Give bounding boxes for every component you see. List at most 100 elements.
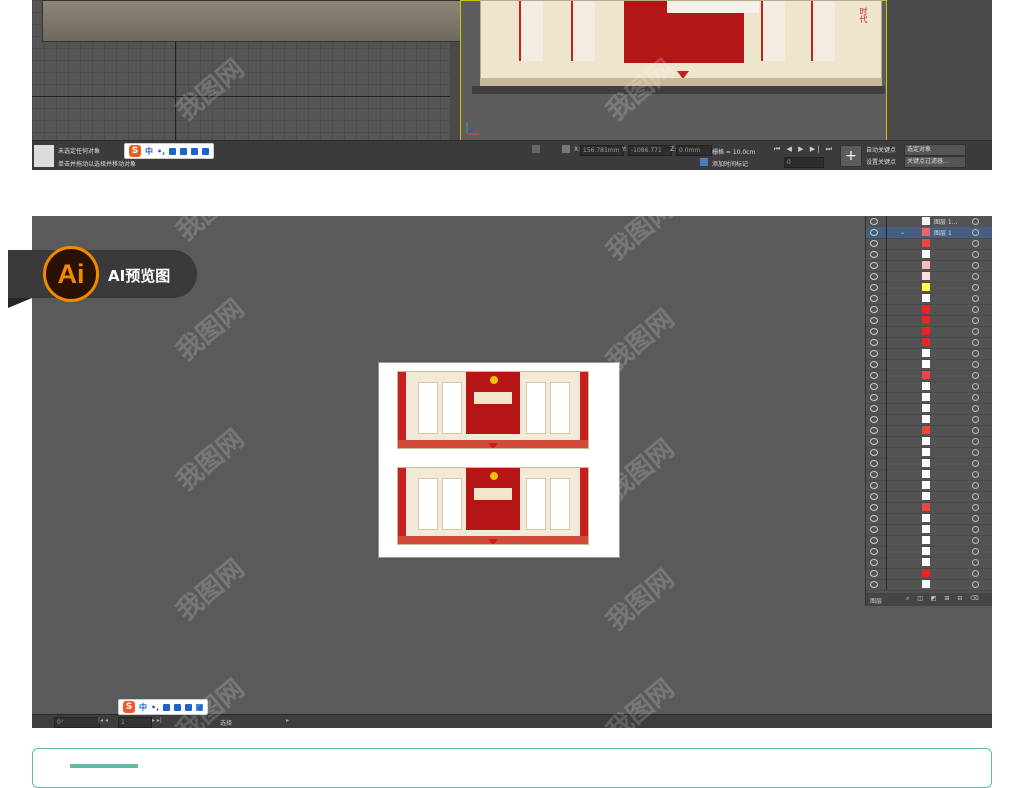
lock-column[interactable] xyxy=(886,304,887,315)
playback-controls[interactable]: ⏮ ◀ ▶ ▶| ⏭ xyxy=(774,145,834,154)
ime-toolbar[interactable]: S 中 •, xyxy=(124,143,215,159)
ime-logo[interactable]: S xyxy=(123,701,135,713)
script-listener[interactable] xyxy=(34,145,54,167)
target-icon[interactable] xyxy=(972,438,979,445)
lock-column[interactable] xyxy=(886,480,887,491)
eye-icon[interactable] xyxy=(870,427,878,434)
target-icon[interactable] xyxy=(972,350,979,357)
target-icon[interactable] xyxy=(972,493,979,500)
culture-wall-preview[interactable] xyxy=(397,371,589,449)
lock-column[interactable] xyxy=(886,348,887,359)
eye-icon[interactable] xyxy=(870,482,878,489)
zoom-field[interactable]: 0° xyxy=(54,717,100,728)
nav-arrows[interactable]: |◂ ◂ xyxy=(98,717,108,724)
ime-punct[interactable]: •, xyxy=(151,703,159,712)
target-icon[interactable] xyxy=(972,449,979,456)
eye-icon[interactable] xyxy=(870,526,878,533)
lock-column[interactable] xyxy=(886,403,887,414)
eye-icon[interactable] xyxy=(870,471,878,478)
selection-set-dropdown[interactable]: 选定对象 xyxy=(904,144,966,156)
culture-wall-model[interactable]: 时代 xyxy=(480,0,882,80)
grid-icon[interactable] xyxy=(196,703,204,711)
target-icon[interactable] xyxy=(972,284,979,291)
eye-icon[interactable] xyxy=(870,306,878,313)
target-icon[interactable] xyxy=(972,427,979,434)
layer-action-icons[interactable]: ⌕ ◫ ◩ ⊞ ⊟ ⌫ xyxy=(906,595,982,603)
frame-field[interactable]: 0 xyxy=(784,157,824,168)
ime-mode[interactable]: 中 xyxy=(139,702,147,713)
eye-icon[interactable] xyxy=(870,273,878,280)
keyboard-icon[interactable] xyxy=(174,703,182,711)
eye-icon[interactable] xyxy=(870,460,878,467)
eye-icon[interactable] xyxy=(870,493,878,500)
layer-name[interactable]: 图层 1 xyxy=(934,228,952,237)
eye-icon[interactable] xyxy=(870,218,878,225)
lock-column[interactable] xyxy=(886,227,887,238)
eye-icon[interactable] xyxy=(870,350,878,357)
eye-icon[interactable] xyxy=(870,328,878,335)
lock-column[interactable] xyxy=(886,513,887,524)
target-icon[interactable] xyxy=(972,273,979,280)
target-icon[interactable] xyxy=(972,383,979,390)
key-mode-plus-icon[interactable]: + xyxy=(840,145,862,167)
lock-column[interactable] xyxy=(886,557,887,568)
eye-icon[interactable] xyxy=(870,251,878,258)
target-icon[interactable] xyxy=(972,317,979,324)
lock-column[interactable] xyxy=(886,469,887,480)
lock-column[interactable] xyxy=(886,546,887,557)
lock-column[interactable] xyxy=(886,216,887,227)
lock-column[interactable] xyxy=(886,447,887,458)
coord-x-field[interactable]: 156.781mm xyxy=(580,145,624,156)
lock-column[interactable] xyxy=(886,414,887,425)
target-icon[interactable] xyxy=(972,328,979,335)
target-icon[interactable] xyxy=(972,559,979,566)
layers-panel[interactable]: 图层 1... ⌄ 图层 1 图层 ⌕ ◫ ◩ ⊞ ⊟ ⌫ xyxy=(865,216,992,606)
lock-column[interactable] xyxy=(886,381,887,392)
target-icon[interactable] xyxy=(972,548,979,555)
add-time-tag[interactable]: 添加时间标记 xyxy=(712,159,748,168)
target-icon[interactable] xyxy=(972,504,979,511)
lock-column[interactable] xyxy=(886,326,887,337)
layer-name[interactable]: 图层 1... xyxy=(934,217,957,226)
lock-column[interactable] xyxy=(886,502,887,513)
eye-icon[interactable] xyxy=(870,394,878,401)
lock-column[interactable] xyxy=(886,425,887,436)
mic-icon[interactable] xyxy=(169,147,177,155)
lock-selection-icon[interactable] xyxy=(532,145,540,153)
eye-icon[interactable] xyxy=(870,361,878,368)
eye-icon[interactable] xyxy=(870,405,878,412)
lock-column[interactable] xyxy=(886,524,887,535)
lock-column[interactable] xyxy=(886,238,887,249)
target-icon[interactable] xyxy=(972,581,979,588)
chevron-down-icon[interactable]: ⌄ xyxy=(900,229,905,236)
target-icon[interactable] xyxy=(972,251,979,258)
eye-icon[interactable] xyxy=(870,339,878,346)
eye-icon[interactable] xyxy=(870,581,878,588)
time-tag-icon[interactable] xyxy=(700,158,708,166)
eye-icon[interactable] xyxy=(870,383,878,390)
eye-icon[interactable] xyxy=(870,559,878,566)
eye-icon[interactable] xyxy=(870,504,878,511)
nav-arrows-next[interactable]: ▸ ▸| xyxy=(152,717,162,724)
absolute-mode-icon[interactable] xyxy=(562,145,570,153)
target-icon[interactable] xyxy=(972,515,979,522)
status-arrow[interactable]: ▸ xyxy=(286,717,289,724)
eye-icon[interactable] xyxy=(870,229,878,236)
target-icon[interactable] xyxy=(972,306,979,313)
target-icon[interactable] xyxy=(972,361,979,368)
skin-icon[interactable] xyxy=(185,703,193,711)
lock-column[interactable] xyxy=(886,271,887,282)
eye-icon[interactable] xyxy=(870,449,878,456)
lock-column[interactable] xyxy=(886,491,887,502)
artboard[interactable] xyxy=(378,362,620,558)
lock-column[interactable] xyxy=(886,535,887,546)
layer-row[interactable] xyxy=(866,579,992,591)
keyboard-icon[interactable] xyxy=(180,147,188,155)
ime-mode[interactable]: 中 xyxy=(145,146,153,157)
target-icon[interactable] xyxy=(972,416,979,423)
lock-column[interactable] xyxy=(886,458,887,469)
eye-icon[interactable] xyxy=(870,537,878,544)
lock-column[interactable] xyxy=(886,315,887,326)
lock-column[interactable] xyxy=(886,249,887,260)
target-icon[interactable] xyxy=(972,240,979,247)
